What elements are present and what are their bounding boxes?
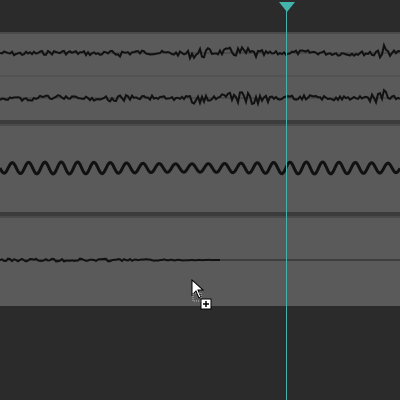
audio-track-mono[interactable] bbox=[0, 124, 400, 212]
oscillation-path bbox=[0, 160, 400, 176]
playhead-line[interactable] bbox=[286, 6, 287, 400]
timeline-ruler[interactable] bbox=[0, 0, 400, 32]
plus-cursor-icon bbox=[191, 279, 212, 310]
empty-timeline-area[interactable] bbox=[0, 306, 400, 400]
audio-editor bbox=[0, 0, 400, 400]
playhead-marker-icon[interactable] bbox=[279, 2, 295, 12]
stereo-waveform bbox=[0, 41, 400, 108]
oscillation-waveform bbox=[0, 160, 400, 176]
audio-track-stereo[interactable] bbox=[0, 32, 400, 120]
left-channel-waveform bbox=[0, 41, 400, 62]
right-channel-waveform bbox=[0, 88, 400, 108]
